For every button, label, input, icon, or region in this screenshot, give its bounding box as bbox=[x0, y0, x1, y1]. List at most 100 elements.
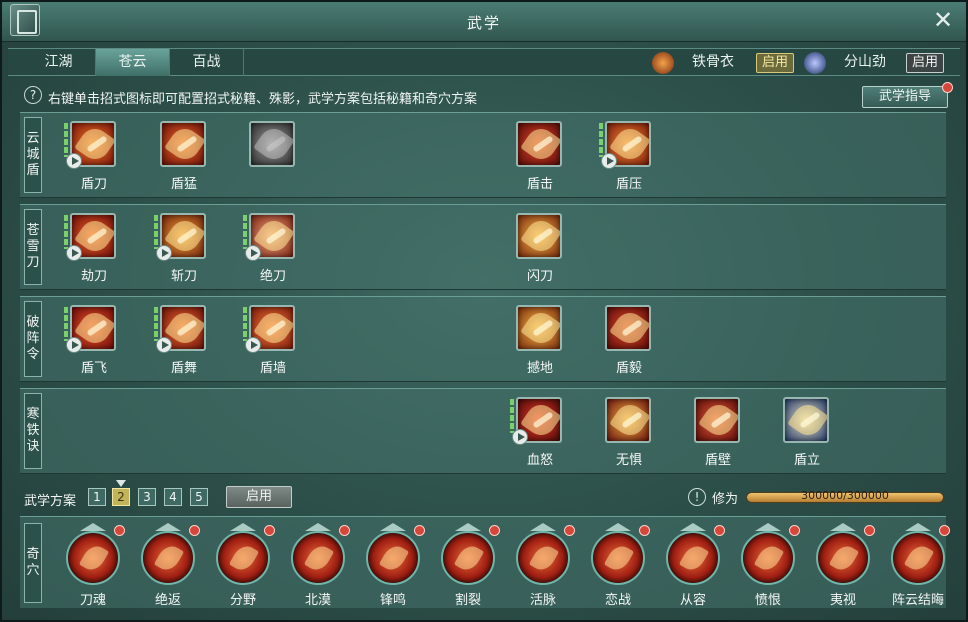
notification-dot bbox=[189, 525, 200, 536]
skill-slot[interactable]: 无惧 bbox=[605, 397, 653, 469]
scheme-1-button[interactable]: 1 bbox=[88, 488, 106, 506]
level-bars bbox=[64, 307, 68, 341]
shield-barrier-icon[interactable] bbox=[694, 397, 740, 443]
talent-icon[interactable] bbox=[291, 531, 345, 585]
scheme-5-button[interactable]: 5 bbox=[190, 488, 208, 506]
play-icon[interactable] bbox=[66, 153, 82, 169]
skill-slot[interactable]: 盾压 bbox=[599, 121, 653, 193]
qixue-node[interactable]: 锋鸣 bbox=[358, 523, 428, 609]
skill-slot[interactable]: 绝刀 bbox=[243, 213, 297, 285]
skill-slot[interactable]: 盾壁 bbox=[694, 397, 742, 469]
skill-slot[interactable]: 盾飞 bbox=[64, 305, 118, 377]
qixue-node[interactable]: 夷视 bbox=[808, 523, 878, 609]
tab-cangyun[interactable]: 苍云 bbox=[96, 49, 170, 76]
expand-arrow-icon[interactable] bbox=[380, 523, 406, 531]
armor-icon bbox=[652, 52, 674, 74]
expand-arrow-icon[interactable] bbox=[530, 523, 556, 531]
skill-slot[interactable]: 血怒 bbox=[510, 397, 564, 469]
play-icon[interactable] bbox=[512, 429, 528, 445]
skill-slot[interactable] bbox=[249, 121, 297, 193]
skill-name: 盾立 bbox=[793, 453, 820, 468]
expand-arrow-icon[interactable] bbox=[455, 523, 481, 531]
qixue-label: 奇穴 bbox=[24, 523, 42, 603]
skill-name: 盾刀 bbox=[80, 177, 107, 192]
close-button[interactable]: ✕ bbox=[930, 8, 956, 34]
help-icon[interactable]: ? bbox=[24, 86, 42, 104]
enable-tiegu-button[interactable]: 启用 bbox=[756, 53, 795, 73]
notification-dot bbox=[114, 525, 125, 536]
hint-text: 右键单击招式图标即可配置招式秘籍、殊影，武学方案包括秘籍和奇穴方案 bbox=[48, 92, 478, 107]
play-icon[interactable] bbox=[156, 337, 172, 353]
skill-slot[interactable]: 盾猛 bbox=[160, 121, 208, 193]
armor-locked-icon[interactable] bbox=[249, 121, 295, 167]
skill-slot[interactable]: 斩刀 bbox=[154, 213, 208, 285]
talent-icon[interactable] bbox=[366, 531, 420, 585]
qixue-node[interactable]: 分野 bbox=[208, 523, 278, 609]
skill-slot[interactable]: 盾舞 bbox=[154, 305, 208, 377]
expand-arrow-icon[interactable] bbox=[680, 523, 706, 531]
skill-slot[interactable]: 闪刀 bbox=[516, 213, 564, 285]
skill-row-hantie: 寒铁诀 血怒 无惧 盾壁 盾立 bbox=[20, 388, 946, 474]
talent-icon[interactable] bbox=[216, 531, 270, 585]
expand-arrow-icon[interactable] bbox=[305, 523, 331, 531]
skill-name: 绝刀 bbox=[259, 269, 286, 284]
talent-icon[interactable] bbox=[516, 531, 570, 585]
play-icon[interactable] bbox=[66, 245, 82, 261]
scheme-3-button[interactable]: 3 bbox=[138, 488, 156, 506]
talent-icon[interactable] bbox=[891, 531, 945, 585]
title-bar[interactable]: 武学 ✕ bbox=[2, 2, 966, 42]
enable-fenshan-button[interactable]: 启用 bbox=[906, 53, 945, 73]
play-icon[interactable] bbox=[245, 337, 261, 353]
expand-arrow-icon[interactable] bbox=[155, 523, 181, 531]
scheme-2-button[interactable]: 2 bbox=[112, 488, 130, 506]
qixue-node[interactable]: 北漠 bbox=[283, 523, 353, 609]
skill-slot[interactable]: 撼地 bbox=[516, 305, 564, 377]
expand-arrow-icon[interactable] bbox=[605, 523, 631, 531]
talent-icon[interactable] bbox=[591, 531, 645, 585]
shield-bash-icon[interactable] bbox=[516, 121, 562, 167]
qixue-node[interactable]: 绝返 bbox=[133, 523, 203, 609]
talent-icon[interactable] bbox=[816, 531, 870, 585]
qixue-node[interactable]: 阵云结晦 bbox=[883, 523, 953, 609]
guide-button[interactable]: 武学指导 bbox=[862, 86, 948, 108]
expand-arrow-icon[interactable] bbox=[755, 523, 781, 531]
shield-charge-icon[interactable] bbox=[160, 121, 206, 167]
expand-arrow-icon[interactable] bbox=[80, 523, 106, 531]
qixue-node[interactable]: 刀魂 bbox=[58, 523, 128, 609]
talent-icon[interactable] bbox=[66, 531, 120, 585]
skill-slot[interactable]: 盾毅 bbox=[605, 305, 653, 377]
expand-arrow-icon[interactable] bbox=[230, 523, 256, 531]
skill-slot[interactable]: 盾击 bbox=[516, 121, 564, 193]
shield-resolve-icon[interactable] bbox=[605, 305, 651, 351]
play-icon[interactable] bbox=[66, 337, 82, 353]
scheme-apply-button[interactable]: 启用 bbox=[226, 486, 292, 508]
qixue-node[interactable]: 从容 bbox=[658, 523, 728, 609]
talent-icon[interactable] bbox=[666, 531, 720, 585]
skill-slot[interactable]: 盾墙 bbox=[243, 305, 297, 377]
info-icon[interactable]: ! bbox=[688, 488, 706, 506]
qixue-node[interactable]: 愤恨 bbox=[733, 523, 803, 609]
blade-flash-icon[interactable] bbox=[516, 213, 562, 259]
play-icon[interactable] bbox=[245, 245, 261, 261]
talent-icon[interactable] bbox=[441, 531, 495, 585]
skill-slot[interactable]: 劫刀 bbox=[64, 213, 118, 285]
scheme-4-button[interactable]: 4 bbox=[164, 488, 182, 506]
play-icon[interactable] bbox=[156, 245, 172, 261]
qixue-node[interactable]: 割裂 bbox=[433, 523, 503, 609]
skill-slot[interactable]: 盾立 bbox=[783, 397, 831, 469]
talent-icon[interactable] bbox=[741, 531, 795, 585]
shield-stand-icon[interactable] bbox=[783, 397, 829, 443]
tab-baizhan[interactable]: 百战 bbox=[170, 49, 244, 76]
talent-icon[interactable] bbox=[141, 531, 195, 585]
tab-jianghu[interactable]: 江湖 bbox=[22, 49, 96, 76]
level-bars bbox=[243, 307, 247, 341]
qixue-node[interactable]: 活脉 bbox=[508, 523, 578, 609]
fearless-icon[interactable] bbox=[605, 397, 651, 443]
skill-slot[interactable]: 盾刀 bbox=[64, 121, 118, 193]
expand-arrow-icon[interactable] bbox=[905, 523, 931, 531]
ground-slam-icon[interactable] bbox=[516, 305, 562, 351]
qixue-node[interactable]: 恋战 bbox=[583, 523, 653, 609]
expand-arrow-icon[interactable] bbox=[830, 523, 856, 531]
qixue-name: 从容 bbox=[679, 593, 706, 608]
play-icon[interactable] bbox=[601, 153, 617, 169]
